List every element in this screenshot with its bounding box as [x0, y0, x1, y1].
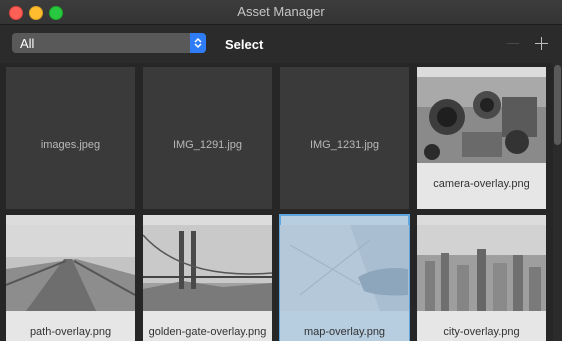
camera-thumbnail [417, 77, 546, 163]
grid-scrollbar[interactable] [553, 63, 562, 341]
city-thumbnail [417, 225, 546, 311]
add-asset-icon[interactable] [535, 37, 548, 50]
asset-tile[interactable]: path-overlay.png [6, 215, 135, 341]
remove-asset-icon[interactable] [507, 43, 519, 44]
select-button[interactable]: Select [225, 37, 263, 52]
asset-filename: map-overlay.png [303, 326, 386, 338]
asset-filename: city-overlay.png [443, 326, 520, 338]
scrollbar-thumb[interactable] [554, 65, 561, 145]
asset-tile-selected[interactable]: map-overlay.png [279, 214, 410, 341]
asset-filename: golden-gate-overlay.png [148, 326, 267, 338]
asset-tile[interactable]: camera-overlay.png [417, 67, 546, 209]
asset-filename: IMG_1231.jpg [309, 139, 380, 151]
asset-filename: images.jpeg [40, 139, 101, 151]
asset-filename: camera-overlay.png [433, 178, 530, 190]
filter-dropdown[interactable]: All [12, 33, 206, 53]
asset-caption: city-overlay.png [417, 311, 546, 341]
window-title: Asset Manager [237, 4, 325, 19]
map-thumbnail [280, 225, 409, 311]
toolbar: All Select [0, 25, 562, 63]
asset-tile[interactable]: IMG_1291.jpg [143, 67, 272, 209]
dropdown-arrows-icon [190, 33, 206, 53]
asset-caption: map-overlay.png [280, 311, 409, 341]
filter-dropdown-value: All [20, 36, 35, 51]
asset-caption: path-overlay.png [6, 311, 135, 341]
asset-tile[interactable]: IMG_1231.jpg [280, 67, 409, 209]
asset-tile[interactable]: images.jpeg [6, 67, 135, 209]
title-bar: Asset Manager [0, 0, 562, 25]
asset-tile[interactable]: city-overlay.png [417, 215, 546, 341]
golden-gate-thumbnail [143, 225, 272, 311]
asset-tile[interactable]: golden-gate-overlay.png [143, 215, 272, 341]
path-thumbnail [6, 225, 135, 311]
asset-filename: path-overlay.png [29, 326, 112, 338]
asset-filename: IMG_1291.jpg [172, 139, 243, 151]
asset-caption: golden-gate-overlay.png [143, 311, 272, 341]
asset-grid: images.jpeg IMG_1291.jpg IMG_1231.jpg ca… [0, 63, 553, 341]
asset-caption: camera-overlay.png [417, 163, 546, 209]
asset-manager-window: Asset Manager All Select images.jpeg IMG… [0, 0, 562, 341]
